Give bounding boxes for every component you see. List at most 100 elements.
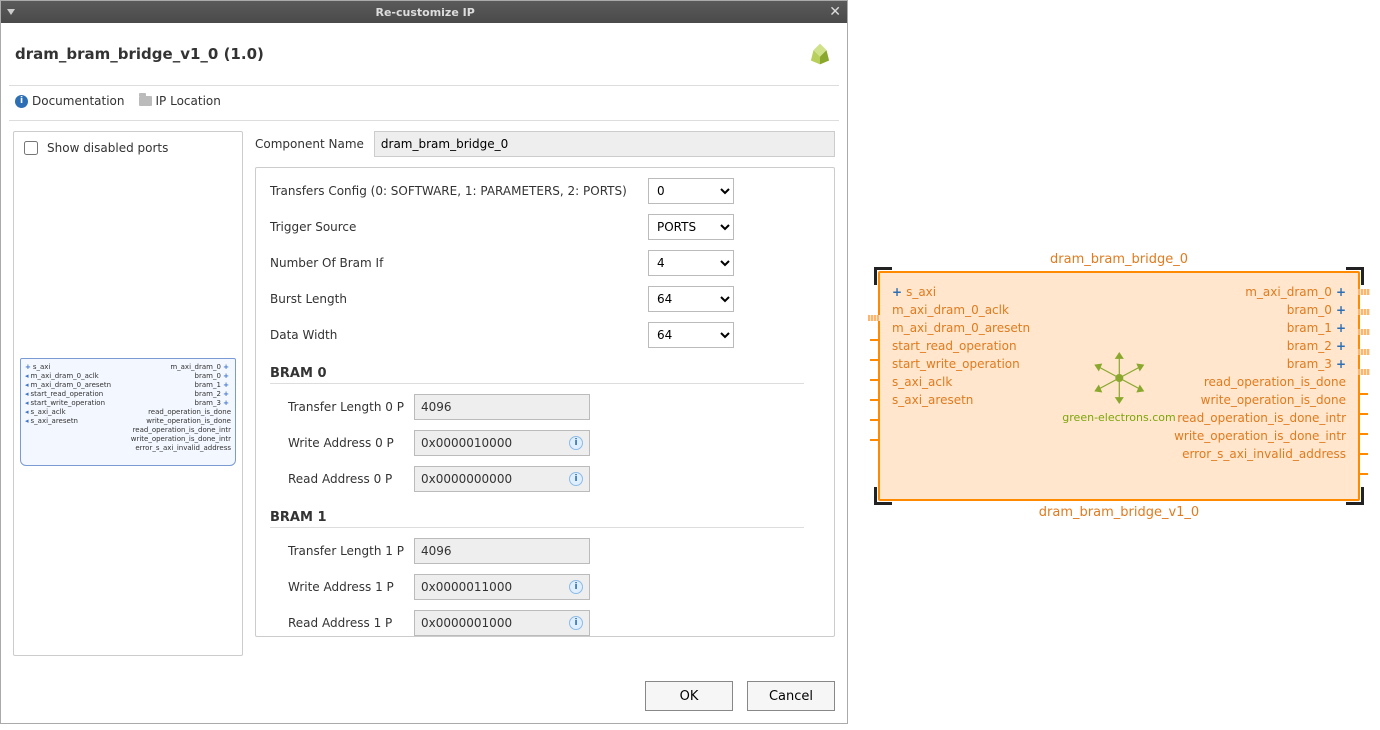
titlebar: Re-customize IP ✕	[1, 1, 847, 23]
selection-handle-bl[interactable]	[874, 487, 892, 505]
bram-param-row: Transfer Length 0 P 4096	[270, 394, 804, 420]
bram-param-value: 0x0000000000	[421, 472, 512, 486]
green-electrons-logo-icon	[1084, 348, 1154, 408]
bram-param-row: Write Address 1 P 0x0000011000i	[270, 574, 804, 600]
mini-port-right: bram_1 +	[128, 381, 231, 389]
bd-center-logo: green-electrons.com	[1062, 348, 1175, 424]
bram-param-row: Transfer Length 1 P 4096	[270, 538, 804, 564]
help-icon[interactable]: i	[569, 580, 583, 594]
close-icon[interactable]: ✕	[829, 4, 841, 20]
param-label: Trigger Source	[270, 220, 640, 234]
cancel-button[interactable]: Cancel	[747, 681, 835, 711]
bd-pin-right[interactable]: write_operation_is_done_intr	[1119, 429, 1346, 443]
mini-port-right: error_s_axi_invalid_address	[128, 444, 231, 452]
bd-pin-left[interactable]: +s_axi	[892, 285, 1119, 299]
bram-param-input[interactable]: 4096	[414, 538, 590, 564]
ports-preview-panel: Show disabled ports +s_axi◂m_axi_dram_0_…	[13, 131, 243, 656]
mini-port-right: bram_3 +	[128, 399, 231, 407]
vendor-logo-icon	[807, 41, 833, 67]
show-disabled-ports-input[interactable]	[24, 141, 38, 155]
mini-port-left: ◂m_axi_dram_0_aresetn	[25, 381, 128, 389]
toolbar: i Documentation IP Location	[9, 86, 839, 121]
bd-connector-right	[1358, 393, 1368, 395]
param-select[interactable]: 64	[648, 286, 734, 312]
bram-param-input[interactable]: 0x0000010000 i	[414, 430, 590, 456]
param-select[interactable]: 64	[648, 322, 734, 348]
mini-port-left: ◂s_axi_aresetn	[25, 417, 128, 425]
bd-pin-left[interactable]: m_axi_dram_0_aclk	[892, 303, 1119, 317]
selection-handle-tr[interactable]	[1346, 267, 1364, 285]
bram-param-value: 4096	[421, 544, 452, 558]
collapse-icon[interactable]	[7, 9, 15, 15]
bd-connector-left	[870, 359, 880, 361]
param-label: Data Width	[270, 328, 640, 342]
mini-port-left: ◂s_axi_aclk	[25, 408, 128, 416]
window-title: Re-customize IP	[21, 6, 829, 19]
mini-port-right: m_axi_dram_0 +	[128, 363, 231, 371]
param-label: Burst Length	[270, 292, 640, 306]
mini-port-left: ◂m_axi_dram_0_aclk	[25, 372, 128, 380]
bram-heading: BRAM 0	[270, 358, 804, 384]
param-row: Transfers Config (0: SOFTWARE, 1: PARAME…	[270, 178, 804, 204]
bd-connector-left	[870, 339, 880, 341]
component-name-input[interactable]	[374, 131, 835, 157]
folder-icon	[139, 96, 152, 106]
bd-pin-right[interactable]: bram_0+	[1119, 303, 1346, 317]
selection-handle-tl[interactable]	[874, 267, 892, 285]
bram-param-label: Read Address 0 P	[270, 472, 406, 486]
bd-connector-left	[870, 439, 880, 441]
mini-port-right: bram_0 +	[128, 372, 231, 380]
ok-button[interactable]: OK	[645, 681, 733, 711]
bram-param-label: Transfer Length 1 P	[270, 544, 406, 558]
recustomize-ip-dialog: Re-customize IP ✕ dram_bram_bridge_v1_0 …	[0, 0, 848, 724]
bd-connector-right	[1358, 413, 1368, 415]
mini-port-right: write_operation_is_done_intr	[128, 435, 231, 443]
show-disabled-ports-checkbox[interactable]: Show disabled ports	[20, 138, 236, 158]
bd-connector-left	[868, 315, 880, 321]
bram-param-label: Transfer Length 0 P	[270, 400, 406, 414]
bd-pin-right[interactable]: m_axi_dram_0+	[1119, 285, 1346, 299]
param-select[interactable]: PORTS	[648, 214, 734, 240]
mini-port-right: bram_2 +	[128, 390, 231, 398]
bd-center-text: green-electrons.com	[1062, 411, 1175, 424]
bd-pin-right[interactable]: bram_1+	[1119, 321, 1346, 335]
param-select[interactable]: 0	[648, 178, 734, 204]
bd-connector-left	[870, 419, 880, 421]
bram-param-input[interactable]: 0x0000000000 i	[414, 466, 590, 492]
mini-port-right: read_operation_is_done_intr	[128, 426, 231, 434]
bram-param-input[interactable]: 0x0000001000 i	[414, 610, 590, 636]
documentation-button[interactable]: i Documentation	[15, 94, 125, 108]
param-label: Transfers Config (0: SOFTWARE, 1: PARAME…	[270, 184, 640, 198]
bram-param-value: 0x0000010000	[421, 436, 512, 450]
parameters-panel: Component Name Transfers Config (0: SOFT…	[255, 131, 835, 656]
parameters-scroll[interactable]: Transfers Config (0: SOFTWARE, 1: PARAME…	[255, 167, 835, 637]
documentation-label: Documentation	[32, 94, 125, 108]
bd-pin-left[interactable]: m_axi_dram_0_aresetn	[892, 321, 1119, 335]
help-icon[interactable]: i	[569, 436, 583, 450]
param-select[interactable]: 4	[648, 250, 734, 276]
ip-location-button[interactable]: IP Location	[139, 94, 221, 108]
bram-param-value: 0x0000001000	[421, 616, 512, 630]
bram-heading: BRAM 1	[270, 502, 804, 528]
bd-box[interactable]: +s_axi m_axi_dram_0_aclk m_axi_dram_0_ares…	[878, 271, 1360, 501]
ip-location-label: IP Location	[156, 94, 221, 108]
bd-connector-left	[870, 379, 880, 381]
selection-handle-br[interactable]	[1346, 487, 1364, 505]
ports-preview-symbol: +s_axi◂m_axi_dram_0_aclk◂m_axi_dram_0_ar…	[20, 358, 236, 466]
bd-connector-right	[1358, 289, 1370, 295]
help-icon[interactable]: i	[569, 616, 583, 630]
bd-type-name: dram_bram_bridge_v1_0	[878, 505, 1360, 520]
show-disabled-ports-label: Show disabled ports	[47, 141, 168, 155]
bram-param-input[interactable]: 4096	[414, 394, 590, 420]
bram-param-input[interactable]: 0x0000011000i	[414, 574, 590, 600]
help-icon[interactable]: i	[569, 472, 583, 486]
param-row: Number Of Bram If4	[270, 250, 804, 276]
mini-port-right: write_operation_is_done	[128, 417, 231, 425]
bram-param-label: Read Address 1 P	[270, 616, 406, 630]
bram-param-label: Write Address 1 P	[270, 580, 406, 594]
bram-param-row: Read Address 0 P 0x0000000000 i	[270, 466, 804, 492]
param-row: Trigger Source PORTS	[270, 214, 804, 240]
ip-header: dram_bram_bridge_v1_0 (1.0)	[9, 27, 839, 86]
bd-connector-right	[1358, 349, 1370, 355]
bd-pin-right[interactable]: error_s_axi_invalid_address	[1119, 447, 1346, 461]
